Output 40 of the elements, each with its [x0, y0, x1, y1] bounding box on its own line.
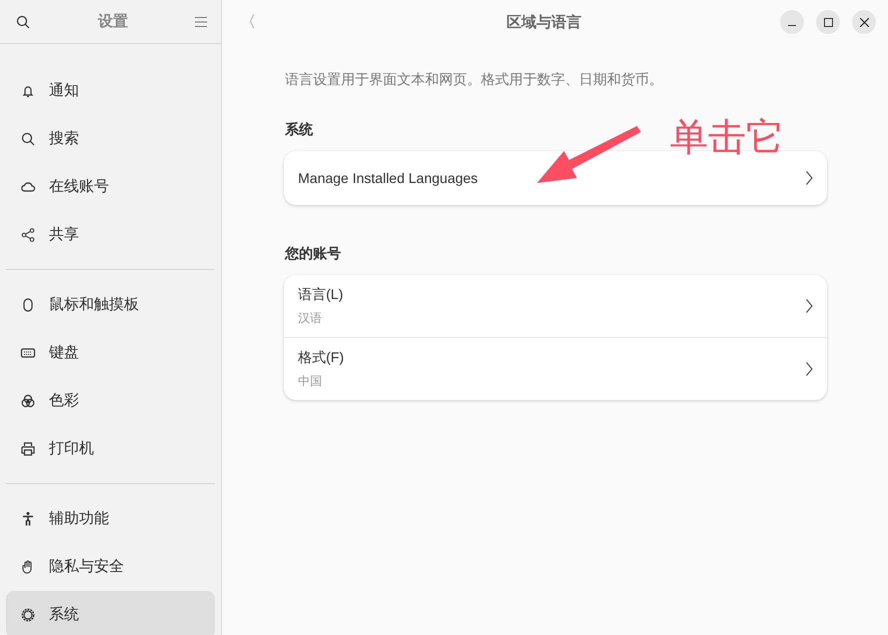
printer-icon	[20, 440, 36, 456]
menu-icon[interactable]	[195, 16, 207, 26]
gear-icon	[20, 606, 36, 622]
section-heading: 系统	[285, 121, 313, 139]
description-text: 语言设置用于界面文本和网页。格式用于数字、日期和货币。	[285, 71, 664, 89]
row-label: 语言(L)	[298, 286, 344, 304]
color-circles-icon	[20, 392, 36, 408]
sidebar-title: 设置	[98, 12, 128, 31]
search-icon	[15, 14, 31, 30]
page-title: 区域与语言	[506, 12, 582, 32]
sidebar-item[interactable]: 系统	[6, 591, 215, 635]
row-label: Manage Installed Languages	[298, 170, 478, 186]
settings-row[interactable]: 格式(F) 中国	[284, 337, 827, 400]
sidebar-item[interactable]: 鼠标和触摸板	[6, 281, 215, 328]
sidebar-item[interactable]: 键盘	[6, 329, 215, 376]
chevron-right-icon	[806, 299, 813, 313]
sidebar-item[interactable]: 打印机	[6, 425, 215, 472]
sidebar-item[interactable]: 共享	[6, 211, 215, 258]
maximize-icon	[824, 18, 832, 26]
row-value: 汉语	[298, 310, 323, 326]
chevron-right-icon	[806, 171, 813, 185]
sidebar-item[interactable]: 辅助功能	[6, 495, 215, 542]
search-icon	[20, 130, 36, 146]
accessibility-icon	[20, 510, 36, 526]
row-label: 格式(F)	[298, 348, 344, 366]
sidebar-item[interactable]: 在线账号	[6, 163, 215, 210]
sidebar-item[interactable]: 隐私与安全	[6, 543, 215, 590]
back-button[interactable]: 〈	[240, 12, 260, 32]
sidebar-item[interactable]: 色彩	[6, 377, 215, 424]
minimize-icon	[788, 24, 796, 26]
share-icon	[20, 226, 36, 242]
settings-row[interactable]: 语言(L) 汉语	[284, 275, 827, 337]
close-icon	[860, 18, 868, 26]
section-heading: 您的账号	[285, 245, 341, 263]
row-value: 中国	[298, 372, 323, 390]
sidebar-item[interactable]: 搜索	[6, 115, 215, 162]
close-button[interactable]	[852, 10, 876, 34]
chevron-right-icon	[806, 362, 813, 376]
maximize-button[interactable]	[816, 10, 840, 34]
sidebar-item[interactable]: 通知	[6, 67, 215, 114]
